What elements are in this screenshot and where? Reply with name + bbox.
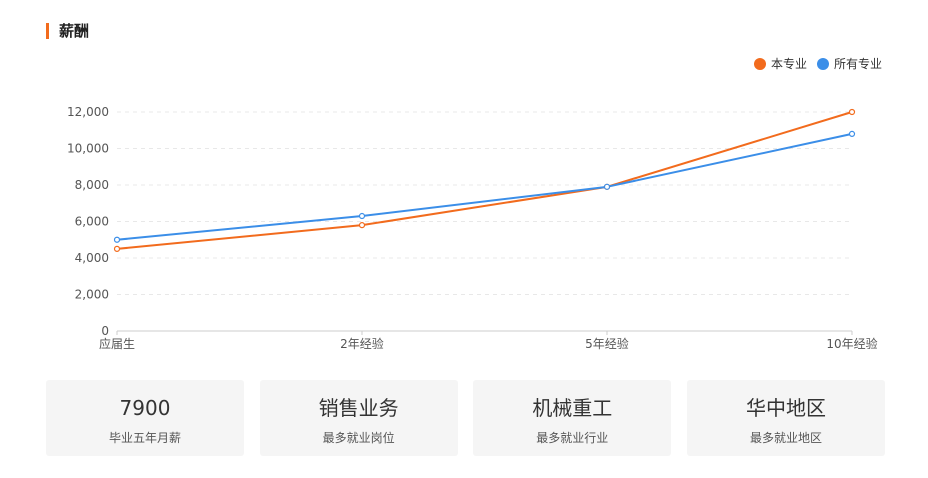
- summary-card: 销售业务 最多就业岗位: [259, 380, 458, 456]
- y-tick-label: 0: [101, 324, 109, 338]
- x-tick-label: 5年经验: [585, 336, 629, 351]
- series-2-point: [603, 183, 611, 190]
- series-2-point: [848, 130, 856, 137]
- salary-line-chart: 0 2,000 4,000 6,000 8,000 10,000 12,000 应届生 2年经验…: [67, 105, 878, 351]
- series-line-2: [116, 132, 853, 241]
- card-value: 机械重工: [532, 396, 613, 420]
- y-tick-label: 8,000: [75, 178, 109, 192]
- card-value: 华中地区: [745, 396, 826, 420]
- series-1-point: [848, 108, 856, 116]
- x-tick-label: 2年经验: [340, 336, 384, 351]
- summary-card: 华中地区 最多就业地区: [686, 380, 885, 456]
- y-tick-label: 12,000: [67, 105, 109, 119]
- y-tick-label: 10,000: [67, 142, 109, 156]
- card-label: 最多就业岗位: [322, 431, 395, 445]
- summary-card: 机械重工 最多就业行业: [473, 380, 672, 456]
- series-1-point: [113, 245, 121, 252]
- y-tick-label: 2,000: [75, 288, 109, 302]
- series-1-point: [358, 222, 366, 229]
- summary-card: 7900 毕业五年月薪: [46, 380, 244, 456]
- x-tick-label: 应届生: [99, 336, 135, 351]
- series-2-point: [358, 212, 366, 220]
- y-tick-label: 6,000: [75, 215, 109, 229]
- y-tick-label: 4,000: [75, 251, 109, 265]
- card-label: 毕业五年月薪: [108, 431, 181, 445]
- card-label: 最多就业行业: [536, 431, 609, 445]
- x-tick-label: 10年经验: [826, 336, 877, 351]
- card-value: 7900: [119, 396, 171, 420]
- series-2-point: [113, 236, 121, 243]
- summary-cards: 7900 毕业五年月薪 销售业务 最多就业岗位 机械重工 最多就业行业 华中地区…: [46, 380, 885, 456]
- card-label: 最多就业地区: [749, 431, 822, 445]
- card-value: 销售业务: [318, 396, 399, 420]
